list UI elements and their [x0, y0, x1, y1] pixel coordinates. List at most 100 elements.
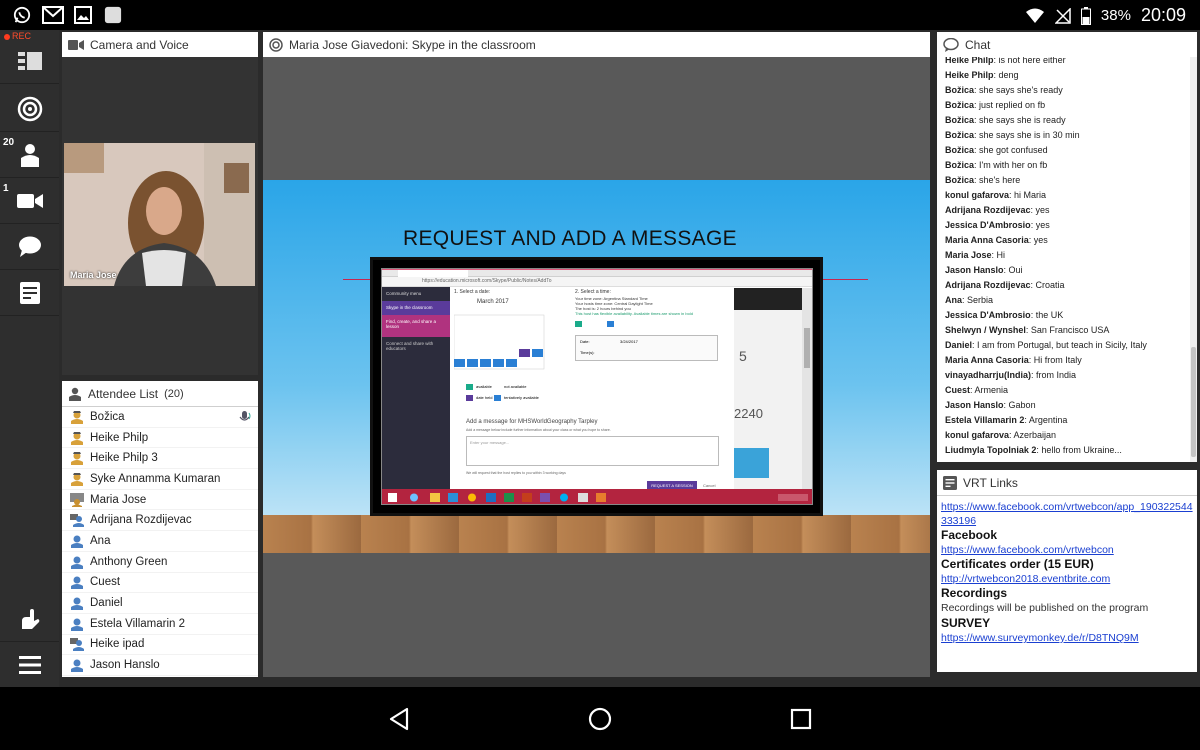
- legend-held-text: date held: [476, 395, 493, 400]
- message-heading: Add a message for MHSWorldGeography Tarp…: [466, 419, 598, 425]
- recordings-text: Recordings will be published on the prog…: [941, 602, 1149, 614]
- left-rail: REC 20 1: [0, 30, 59, 688]
- chat-text: is not here either: [998, 57, 1066, 65]
- attendee-item[interactable]: Božica: [62, 407, 258, 428]
- chat-messages[interactable]: Heike Philp: is not here either Heike Phi…: [937, 57, 1197, 462]
- chat-message: Božica: I'm with her on fb: [937, 158, 1197, 173]
- recents-icon[interactable]: [789, 707, 813, 731]
- chat-message: Maria Anna Casoria: yes: [937, 233, 1197, 248]
- back-icon[interactable]: [387, 707, 411, 731]
- facebook-heading: Facebook: [941, 528, 998, 542]
- attendee-item[interactable]: Heike ipad: [62, 635, 258, 656]
- chat-button[interactable]: [0, 224, 59, 270]
- facebook-app-link[interactable]: https://www.facebook.com/vrtwebcon/app_1…: [941, 500, 1193, 528]
- calendar-month: March 2017: [477, 299, 509, 305]
- menu-button[interactable]: [0, 642, 59, 688]
- gallery-icon: [74, 6, 92, 24]
- chat-header: Chat: [937, 32, 1197, 58]
- taskbar-icons: [388, 493, 808, 502]
- vrt-header-wrap: VRT Links: [937, 470, 1197, 496]
- eventbrite-link[interactable]: http://vrtwebcon2018.eventbrite.com: [941, 572, 1193, 586]
- date-label: Date:: [580, 339, 590, 344]
- presenter-video[interactable]: Maria Jose: [64, 143, 255, 286]
- video-camera-icon: [16, 193, 43, 208]
- broadcast-button[interactable]: [0, 86, 59, 132]
- chat-scroll-thumb[interactable]: [1191, 347, 1196, 457]
- vrt-links-body: https://www.facebook.com/vrtwebcon/app_1…: [937, 496, 1197, 672]
- attendee-item[interactable]: Jason Hanslo: [62, 655, 258, 676]
- recordings-heading: Recordings: [941, 586, 1008, 600]
- attendee-item[interactable]: Syke Annamma Kumaran: [62, 469, 258, 490]
- camera-panel-title: Camera and Voice: [90, 37, 189, 52]
- chat-text: I'm with her on fb: [979, 160, 1048, 170]
- attendee-name: Adrijana Rozdijevac: [90, 514, 192, 527]
- battery-percent: 38%: [1100, 7, 1131, 24]
- chat-text: yes: [1035, 220, 1050, 230]
- chat-text: she got confused: [979, 145, 1048, 155]
- attendee-list: Božica Heike Philp Heike Philp 3 Syke Annam…: [62, 407, 258, 676]
- attendee-item[interactable]: Estela Villamarin 2: [62, 614, 258, 635]
- chat-text: she says she is ready: [979, 115, 1066, 125]
- chat-scrollbar[interactable]: [1190, 57, 1197, 462]
- user-icon: [71, 659, 83, 673]
- chat-message: Ana: Serbia: [937, 293, 1197, 308]
- step1-label: 1. Select a date:: [454, 289, 491, 295]
- survey-link[interactable]: https://www.surveymonkey.de/r/D8TNQ9M: [941, 631, 1193, 645]
- chat-text: just replied on fb: [979, 100, 1046, 110]
- camera-icon: [68, 39, 84, 50]
- chat-text: yes: [1033, 235, 1048, 245]
- chat-text: Argentina: [1028, 415, 1068, 425]
- survey-heading: SURVEY: [941, 616, 991, 630]
- chat-message: konul gafarova: hi Maria: [937, 188, 1197, 203]
- step2-label: 2. Select a time:: [575, 289, 611, 295]
- facebook-page-link[interactable]: https://www.facebook.com/vrtwebcon: [941, 543, 1193, 557]
- attendee-name: Ana: [90, 534, 111, 547]
- layout-button[interactable]: [0, 38, 59, 84]
- presentation-header: Maria Jose Giavedoni: Skype in the class…: [263, 32, 930, 58]
- message-subtext: Add a message below include further info…: [466, 428, 611, 432]
- attendee-item[interactable]: Cuest: [62, 573, 258, 594]
- chat-text: hi Maria: [1014, 190, 1047, 200]
- cancel-link[interactable]: Cancel: [703, 483, 715, 488]
- attendees-button[interactable]: 20: [0, 132, 59, 178]
- calendar-grid: [454, 314, 545, 370]
- notes-button[interactable]: [0, 270, 59, 316]
- attendee-item[interactable]: Ana: [62, 531, 258, 552]
- chat-message: Jessica D'Ambrosio: the UK: [937, 308, 1197, 323]
- attendee-item[interactable]: Daniel: [62, 593, 258, 614]
- user-icon: [71, 618, 83, 631]
- home-icon[interactable]: [588, 707, 612, 731]
- attendee-item[interactable]: Adrijana Rozdijevac: [62, 510, 258, 532]
- chat-message: Heike Philp: is not here either: [937, 57, 1197, 68]
- chat-username: Maria Jose: [945, 250, 992, 260]
- vrt-title: VRT Links: [963, 475, 1018, 490]
- raise-hand-button[interactable]: [0, 596, 59, 642]
- chat-message: Cuest: Armenia: [937, 383, 1197, 398]
- site-nav-item: Connect and share with educators: [386, 341, 434, 351]
- attendee-panel-title: Attendee List: [88, 386, 159, 401]
- camera-button[interactable]: 1: [0, 178, 59, 224]
- presentation-area: REQUEST AND ADD A MESSAGE https://educat…: [263, 57, 930, 677]
- chat-header-wrap: Chat: [937, 32, 1197, 58]
- chat-message: Božica: just replied on fb: [937, 98, 1197, 113]
- reply-note: We will request that the host replies to…: [466, 471, 566, 475]
- chat-message: Liudmyla Topolniak 2: hello from Ukraine…: [937, 443, 1197, 458]
- attendee-item[interactable]: Maria Jose: [62, 490, 258, 511]
- profile-column: 5 2240: [734, 310, 802, 489]
- attendee-name: Syke Annamma Kumaran: [90, 472, 221, 485]
- chat-username: Adrijana Rozdijevac: [945, 205, 1031, 215]
- legend-swatch-held: [466, 395, 473, 401]
- attendee-item[interactable]: Heike Philp 3: [62, 448, 258, 470]
- chat-text: Serbia: [967, 295, 994, 305]
- chat-message: Jason Hanslo: Gabon: [937, 398, 1197, 413]
- chat-username: Božica: [945, 85, 975, 95]
- vrt-header: VRT Links: [937, 470, 1197, 496]
- site-nav-item: Community menu: [386, 291, 422, 296]
- attendee-name: Božica: [90, 410, 125, 423]
- chat-icon: [943, 37, 959, 52]
- whatsapp-icon: [13, 6, 31, 24]
- attendee-item[interactable]: Heike Philp: [62, 428, 258, 449]
- attendee-item[interactable]: Anthony Green: [62, 552, 258, 573]
- browser-addressbar: https://education.microsoft.com/Skype/Pu…: [382, 277, 812, 287]
- message-textarea[interactable]: Enter your message...: [466, 436, 719, 466]
